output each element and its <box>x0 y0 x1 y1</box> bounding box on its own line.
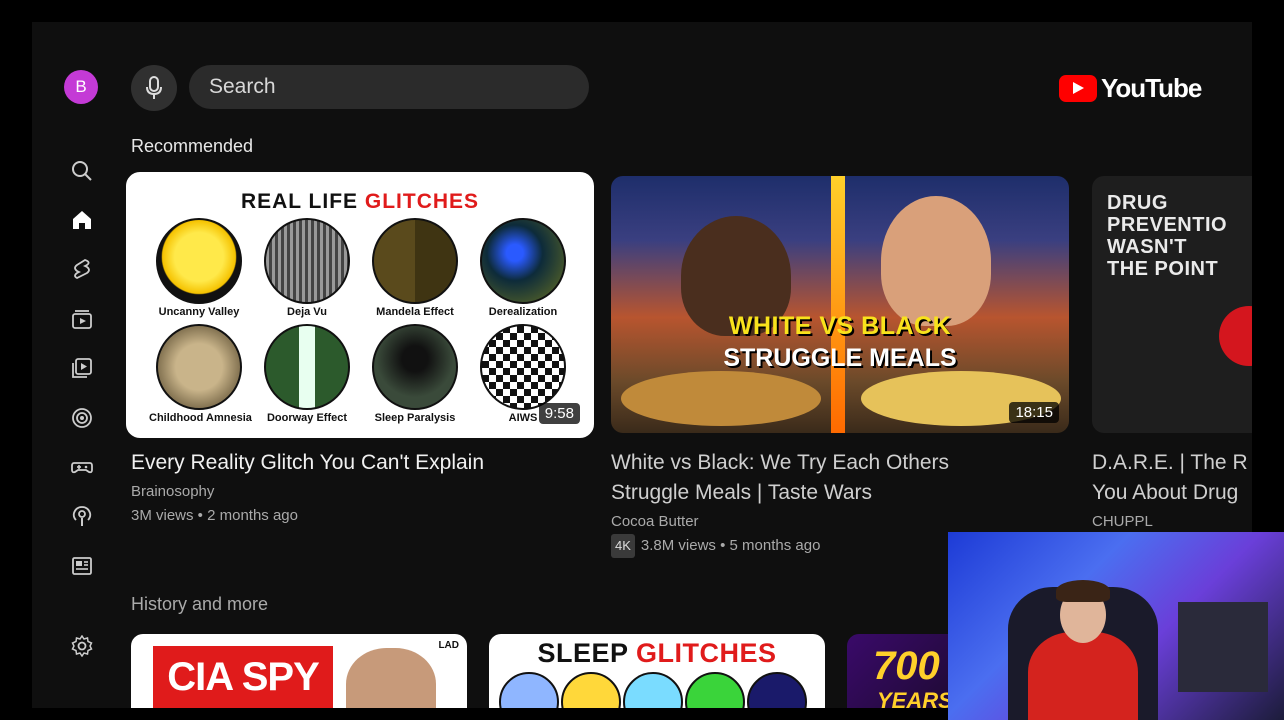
microphone-icon <box>146 76 162 99</box>
person-image <box>346 648 436 708</box>
video-thumbnail-dare[interactable]: DRUG PREVENTIO WASN'T THE POINT <box>1092 176 1252 433</box>
glitch-cell: Doorway Effect <box>257 324 357 424</box>
live-icon <box>72 408 92 428</box>
logo-text: YouTube <box>1101 72 1202 103</box>
derealization-image <box>480 218 566 304</box>
glitch-cell: Deja Vu <box>257 218 357 318</box>
youtube-play-icon <box>1059 74 1097 102</box>
fire-divider <box>831 176 845 433</box>
thumbnail-headline: SLEEP GLITCHES <box>537 638 777 668</box>
history-thumbnail-cia-spy[interactable]: CIA SPY LAD <box>131 634 467 708</box>
video-channel: CHUPPL <box>1092 513 1153 530</box>
search-icon <box>72 161 92 181</box>
sidebar-item-settings[interactable] <box>68 632 96 660</box>
search-input[interactable]: Search <box>189 65 589 109</box>
thumbnail-title: REAL LIFE GLITCHES <box>240 190 480 213</box>
red-object-image <box>1219 306 1252 366</box>
search-placeholder: Search <box>209 75 276 98</box>
thumbnail-corner-text: LAD <box>438 640 459 651</box>
sleep-circle-image <box>685 672 745 708</box>
sidebar-item-shorts[interactable] <box>68 255 96 283</box>
doorway-image <box>264 324 350 410</box>
sidebar-item-gaming[interactable] <box>68 453 96 481</box>
section-heading-recommended: Recommended <box>131 136 254 156</box>
voice-search-button[interactable] <box>131 65 177 111</box>
video-stats: 4K 3.8M views • 5 months ago <box>611 534 820 558</box>
sidebar-item-search[interactable] <box>68 157 96 185</box>
video-thumbnail-struggle-meals[interactable]: WHITE VS BLACK STRUGGLE MEALS 18:15 <box>611 176 1069 433</box>
thumbnail-subline: STRUGGLE MEALS <box>723 344 957 372</box>
library-icon <box>72 358 92 378</box>
sidebar-item-podcasts[interactable] <box>68 502 96 530</box>
sidebar-item-news[interactable] <box>68 552 96 580</box>
video-title-line2[interactable]: Struggle Meals | Taste Wars <box>611 478 872 508</box>
video-thumbnail-reality-glitch[interactable]: REAL LIFE GLITCHES Uncanny Valley Deja V… <box>126 172 594 438</box>
video-duration: 9:58 <box>538 403 580 424</box>
news-icon <box>72 557 92 575</box>
video-duration: 18:15 <box>1009 402 1059 423</box>
youtube-logo: YouTube <box>1059 72 1202 104</box>
glitch-cell: Mandela Effect <box>365 218 465 318</box>
desk-equipment-image <box>1178 602 1268 692</box>
thumbnail-subline: YEARS <box>877 688 953 708</box>
food-plate-left <box>621 371 821 426</box>
sidebar-item-home[interactable] <box>68 206 96 234</box>
podcasts-icon <box>72 506 92 526</box>
section-heading-history: History and more <box>131 594 269 614</box>
webcam-overlay <box>948 532 1284 720</box>
glitch-cell: Sleep Paralysis <box>365 324 465 424</box>
smiley-image <box>156 218 242 304</box>
settings-icon <box>71 635 93 657</box>
gaming-icon <box>71 462 93 474</box>
4k-badge: 4K <box>611 534 635 558</box>
thumbnail-headline: WHITE VS BLACK <box>728 312 952 340</box>
history-thumbnail-sleep-glitches[interactable]: SLEEP GLITCHES <box>489 634 825 708</box>
video-title[interactable]: White vs Black: We Try Each Others <box>611 448 949 478</box>
checker-image <box>480 324 566 410</box>
video-channel: Brainosophy <box>131 483 215 500</box>
glitch-cell: Uncanny Valley <box>149 218 249 318</box>
thumbnail-headline: DRUG PREVENTIO WASN'T THE POINT <box>1107 192 1228 280</box>
sleep-circle-image <box>499 672 559 708</box>
video-title[interactable]: D.A.R.E. | The R <box>1092 448 1248 478</box>
streamer-hair-image <box>1056 580 1110 602</box>
video-title[interactable]: Every Reality Glitch You Can't Explain <box>131 448 484 478</box>
person-right-image <box>881 196 991 326</box>
thumbnail-headline: 700 <box>873 644 940 688</box>
account-avatar[interactable]: B <box>64 70 98 104</box>
video-title-line2[interactable]: You About Drug <box>1092 478 1238 508</box>
streamer-image <box>1028 632 1138 720</box>
mona-lisa-image <box>372 218 458 304</box>
sidebar-item-live[interactable] <box>68 404 96 432</box>
shorts-icon <box>74 259 90 280</box>
video-channel: Cocoa Butter <box>611 513 699 530</box>
sidebar-item-library[interactable] <box>68 354 96 382</box>
sleep-circle-image <box>561 672 621 708</box>
sleep-circle-image <box>623 672 683 708</box>
glitch-cell: Childhood Amnesia <box>149 324 252 424</box>
sidebar-item-subscriptions[interactable] <box>68 305 96 333</box>
crowd-image <box>264 218 350 304</box>
video-stats: 3M views • 2 months ago <box>131 507 298 524</box>
family-photo-image <box>156 324 242 410</box>
glitch-cell: Derealization <box>473 218 573 318</box>
shadow-figure-image <box>372 324 458 410</box>
sleep-circle-image <box>747 672 807 708</box>
home-icon <box>73 211 91 229</box>
subscriptions-icon <box>72 310 92 329</box>
avatar-letter: B <box>75 77 87 96</box>
thumbnail-headline: CIA SPY <box>153 646 333 708</box>
